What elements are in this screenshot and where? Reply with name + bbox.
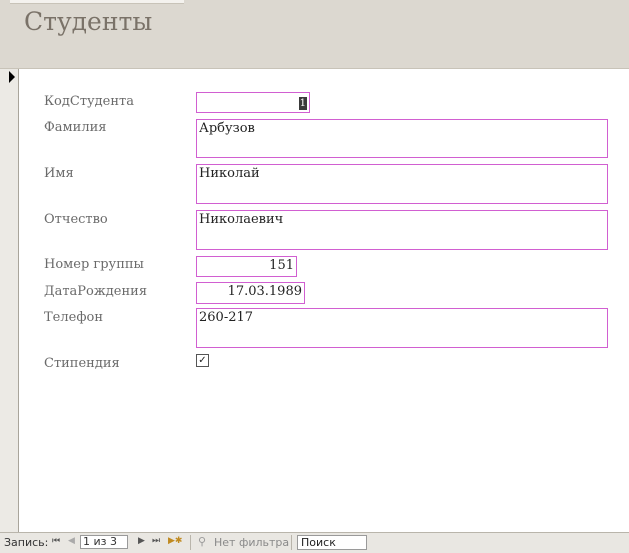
form-title: Студенты <box>24 7 153 36</box>
nav-separator <box>190 535 191 550</box>
previous-record-icon[interactable]: ◀ <box>68 536 75 546</box>
header-tab <box>10 0 184 4</box>
group-number-field[interactable]: 151 <box>196 256 297 277</box>
student-id-field[interactable]: 1 <box>196 92 310 113</box>
label-group-number: Номер группы <box>44 257 144 272</box>
next-record-icon[interactable]: ▶ <box>138 536 145 546</box>
patronymic-field[interactable]: Николаевич <box>196 210 608 250</box>
surname-field[interactable]: Арбузов <box>196 119 608 158</box>
label-scholarship: Стипендия <box>44 356 120 371</box>
nav-separator <box>291 535 292 550</box>
phone-field[interactable]: 260-217 <box>196 308 608 348</box>
record-label: Запись: <box>4 536 49 549</box>
student-id-value: 1 <box>298 97 307 110</box>
new-record-icon[interactable]: ▶✱ <box>168 536 182 546</box>
filter-icon: ⚲ <box>198 535 207 548</box>
first-record-icon[interactable]: ⏮ <box>52 536 60 546</box>
record-position-input[interactable]: 1 из 3 <box>80 535 128 549</box>
label-patronymic: Отчество <box>44 212 108 227</box>
birthdate-field[interactable]: 17.03.1989 <box>196 282 305 304</box>
label-student-id: КодСтудента <box>44 94 134 109</box>
label-phone: Телефон <box>44 310 103 325</box>
no-filter-button[interactable]: Нет фильтра <box>214 536 289 549</box>
current-record-arrow-icon <box>9 71 15 83</box>
label-birthdate: ДатаРождения <box>44 284 148 299</box>
record-selector[interactable] <box>0 69 19 532</box>
search-input[interactable]: Поиск <box>297 535 367 550</box>
label-surname: Фамилия <box>44 120 107 135</box>
name-field[interactable]: Николай <box>196 164 608 204</box>
label-name: Имя <box>44 166 74 181</box>
form-header: Студенты <box>0 0 629 69</box>
last-record-icon[interactable]: ⏭ <box>152 536 160 546</box>
scholarship-checkbox[interactable]: ✓ <box>196 354 209 367</box>
record-navigation-bar: Запись: ⏮ ◀ 1 из 3 ▶ ⏭ ▶✱ ⚲ Нет фильтра … <box>0 532 629 553</box>
